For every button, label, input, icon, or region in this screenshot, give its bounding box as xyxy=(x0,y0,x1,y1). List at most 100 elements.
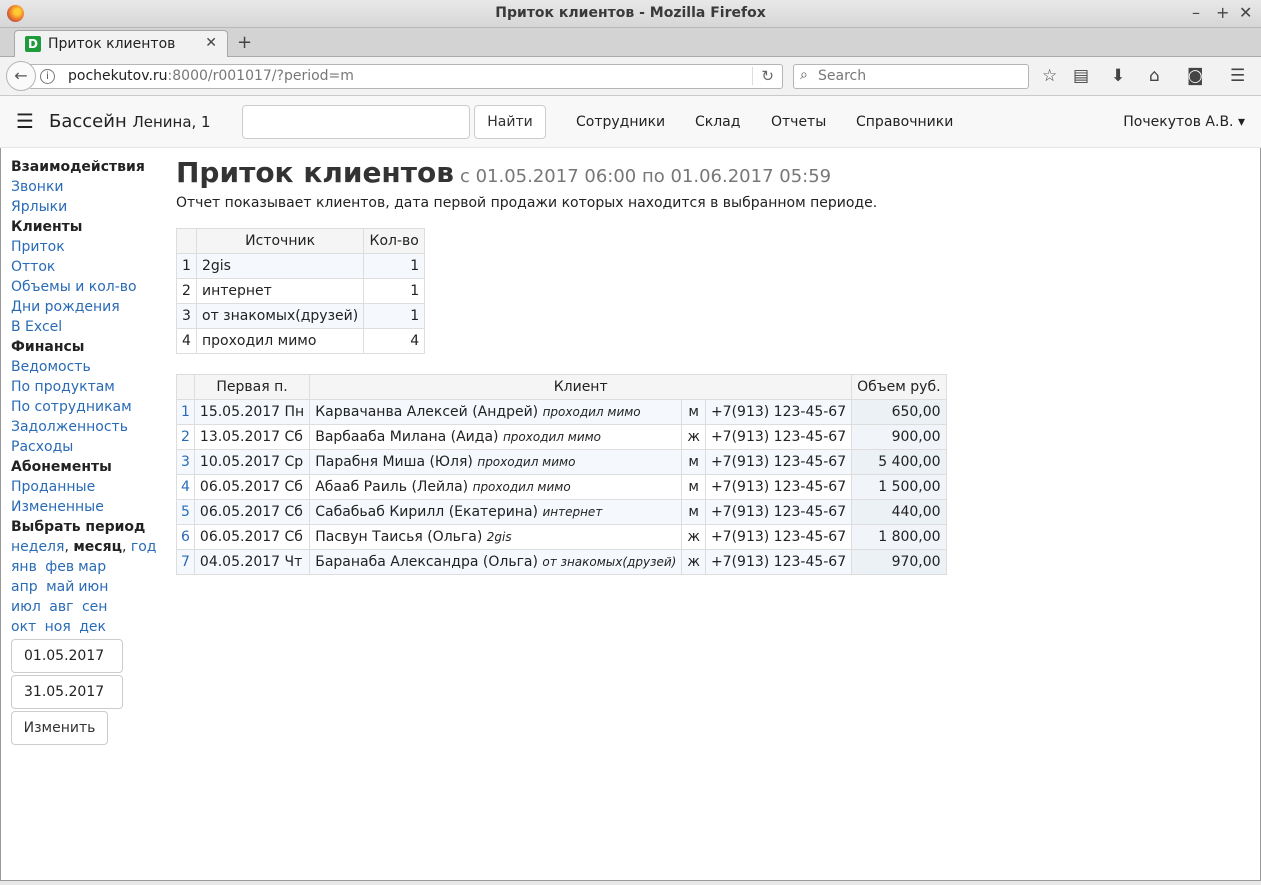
period-year-link[interactable]: год xyxy=(131,539,157,555)
month-nov-link[interactable]: ноя xyxy=(45,619,71,635)
sidebar-item-birthdays[interactable]: Дни рождения xyxy=(11,297,171,317)
nav-reports[interactable]: Отчеты xyxy=(771,114,826,130)
client-name[interactable]: Пасвун Таисья (Ольга) xyxy=(315,529,482,545)
sidebar-item-expenses[interactable]: Расходы xyxy=(11,437,171,457)
brand[interactable]: Бассейн Ленина, 1 xyxy=(49,111,211,132)
sidebar-item-calls[interactable]: Звонки xyxy=(11,177,171,197)
sidebar-section-interactions: Взаимодействия xyxy=(11,159,145,175)
client-cell: Варбааба Милана (Аида) проходил мимо xyxy=(309,424,683,450)
source-name: 2gis xyxy=(195,253,365,279)
client-source: проходил мимо xyxy=(502,430,602,444)
nav-employees[interactable]: Сотрудники xyxy=(576,114,665,130)
month-feb-link[interactable]: фев xyxy=(45,559,74,575)
row-number-link[interactable]: 2 xyxy=(176,424,195,450)
reading-list-icon[interactable]: ▤ xyxy=(1073,66,1089,86)
client-name[interactable]: Варбааба Милана (Аида) xyxy=(315,429,498,445)
client-cell: Абааб Раиль (Лейла) проходил мимо xyxy=(309,474,683,500)
sidebar-item-outflow[interactable]: Отток xyxy=(11,257,171,277)
first-purchase-date: 15.05.2017 Пн xyxy=(193,399,311,425)
row-number-link[interactable]: 6 xyxy=(176,524,195,550)
month-may-link[interactable]: май xyxy=(46,579,74,595)
month-jun-link[interactable]: июн xyxy=(78,579,108,595)
reload-icon[interactable]: ↻ xyxy=(752,67,774,85)
sidebar-item-changed[interactable]: Измененные xyxy=(11,497,171,517)
row-number-link[interactable]: 5 xyxy=(176,499,195,525)
close-window-button[interactable]: ✕ xyxy=(1239,3,1252,22)
tab-active[interactable]: D Приток клиентов ✕ xyxy=(14,30,228,58)
sidebar-item-excel[interactable]: В Excel xyxy=(11,317,171,337)
date-to-input[interactable] xyxy=(11,675,123,709)
month-jul-link[interactable]: июл xyxy=(11,599,41,615)
month-apr-link[interactable]: апр xyxy=(11,579,38,595)
client-source: 2gis xyxy=(486,530,512,544)
client-phone: +7(913) 123-45-67 xyxy=(704,499,853,525)
client-name[interactable]: Сабабьаб Кирилл (Екатерина) xyxy=(315,504,538,520)
new-tab-button[interactable]: + xyxy=(237,32,252,53)
nav-warehouse[interactable]: Склад xyxy=(695,114,740,130)
browser-search-input[interactable] xyxy=(816,67,1016,85)
client-sex: м xyxy=(681,499,706,525)
tab-title: Приток клиентов xyxy=(48,36,176,52)
period-week-link[interactable]: неделя xyxy=(11,539,64,555)
sidebar-item-by-products[interactable]: По продуктам xyxy=(11,377,171,397)
window-titlebar: Приток клиентов - Mozilla Firefox – + ✕ xyxy=(0,0,1261,28)
month-jan-link[interactable]: янв xyxy=(11,559,37,575)
pocket-icon[interactable]: ◙ xyxy=(1187,66,1204,86)
sidebar-item-statement[interactable]: Ведомость xyxy=(11,357,171,377)
month-aug-link[interactable]: авг xyxy=(49,599,73,615)
column-header xyxy=(176,374,195,400)
header-search-input[interactable] xyxy=(242,105,470,139)
site-info-icon[interactable]: i xyxy=(40,69,55,84)
sidebar-item-labels[interactable]: Ярлыки xyxy=(11,197,171,217)
row-number-link[interactable]: 4 xyxy=(176,474,195,500)
sidebar-item-sold[interactable]: Проданные xyxy=(11,477,171,497)
client-cell: Карвачанва Алексей (Андрей) проходил мим… xyxy=(309,399,683,425)
row-number-link[interactable]: 1 xyxy=(176,399,195,425)
url-bar[interactable]: i pochekutov.ru:8000/r001017/?period=m ↻ xyxy=(30,64,783,89)
browser-menu-icon[interactable]: ☰ xyxy=(1230,66,1245,86)
period-range-row: неделя, месяц, год xyxy=(11,537,171,557)
tab-close-icon[interactable]: ✕ xyxy=(205,35,217,51)
download-icon[interactable]: ⬇ xyxy=(1111,66,1125,86)
client-name[interactable]: Парабня Миша (Юля) xyxy=(315,454,473,470)
client-name[interactable]: Баранаба Александра (Ольга) xyxy=(315,554,538,570)
month-mar-link[interactable]: мар xyxy=(78,559,106,575)
month-oct-link[interactable]: окт xyxy=(11,619,36,635)
sidebar-item-inflow[interactable]: Приток xyxy=(11,237,171,257)
client-name[interactable]: Абааб Раиль (Лейла) xyxy=(315,479,468,495)
apply-period-button[interactable]: Изменить xyxy=(11,711,108,745)
month-dec-link[interactable]: дек xyxy=(79,619,106,635)
client-name[interactable]: Карвачанва Алексей (Андрей) xyxy=(315,404,538,420)
sidebar-item-by-employees[interactable]: По сотрудникам xyxy=(11,397,171,417)
back-button[interactable]: ← xyxy=(6,61,36,91)
client-phone: +7(913) 123-45-67 xyxy=(704,524,853,550)
report-description: Отчет показывает клиентов, дата первой п… xyxy=(176,195,878,211)
brand-name: Бассейн xyxy=(49,111,127,132)
date-from-input[interactable] xyxy=(11,639,123,673)
window-border-bottom xyxy=(0,880,1261,885)
first-purchase-date: 06.05.2017 Сб xyxy=(193,474,311,500)
find-button[interactable]: Найти xyxy=(474,105,546,139)
url-host: pochekutov.ru xyxy=(68,68,168,84)
client-cell: Пасвун Таисья (Ольга) 2gis xyxy=(309,524,683,550)
user-menu[interactable]: Почекутов А.В. ▾ xyxy=(1123,114,1245,130)
sidebar-item-volumes[interactable]: Объемы и кол-во xyxy=(11,277,171,297)
row-number-link[interactable]: 7 xyxy=(176,549,195,575)
home-icon[interactable]: ⌂ xyxy=(1149,66,1160,86)
nav-directories[interactable]: Справочники xyxy=(856,114,953,130)
client-source: проходил мимо xyxy=(472,480,571,494)
month-sep-link[interactable]: сен xyxy=(82,599,107,615)
page-title: Приток клиентов с 01.05.2017 06:00 по 01.… xyxy=(176,150,877,196)
table-row: 5 06.05.2017 Сб Сабабьаб Кирилл (Екатерина… xyxy=(176,499,947,525)
row-number-link[interactable]: 3 xyxy=(176,449,195,475)
client-cell: Баранаба Александра (Ольга) от знакомых(… xyxy=(309,549,683,575)
bookmark-star-icon[interactable]: ☆ xyxy=(1042,66,1057,86)
source-count: 1 xyxy=(363,253,426,279)
client-amount: 5 400,00 xyxy=(851,449,947,475)
clients-table: Первая п. Клиент Объем руб. 1 15.05.2017 … xyxy=(176,374,947,575)
minimize-button[interactable]: – xyxy=(1192,3,1200,22)
maximize-button[interactable]: + xyxy=(1216,3,1229,22)
hamburger-menu-icon[interactable]: ☰ xyxy=(16,109,34,133)
search-bar[interactable]: ⌕ xyxy=(793,64,1029,89)
sidebar-item-debt[interactable]: Задолженность xyxy=(11,417,171,437)
